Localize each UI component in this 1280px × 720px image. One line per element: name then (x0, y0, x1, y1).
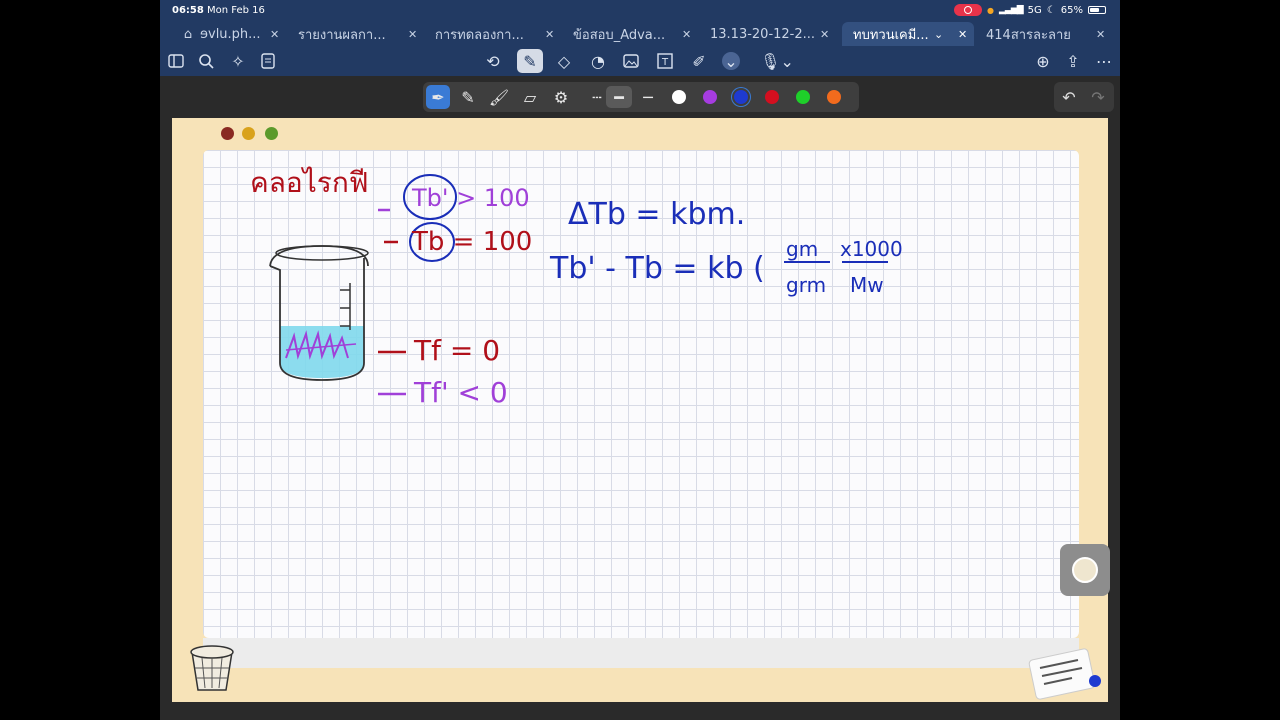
notebook-page[interactable]: คลอไรกฟี Tb' > 100 Tb = 100 Tf = 0 Tf' <… (172, 118, 1108, 702)
tab-7[interactable]: 414สารละลาย ✕ (986, 22, 1110, 46)
battery-icon (1088, 6, 1106, 14)
undo-redo-group: ↶ ↷ (1054, 82, 1114, 112)
tab-2[interactable]: รายงานผลกา... ✕ (298, 22, 422, 46)
shapes-icon[interactable]: ◔ (587, 50, 609, 72)
chevron-down-icon[interactable]: ⌄ (934, 28, 943, 41)
tab-label: ɘvlu.ph... (200, 26, 261, 42)
close-icon[interactable]: ✕ (820, 28, 829, 41)
main-toolbar: ✧ ⟲ ✎ ◇ ◔ T ✐ ⌄ 🎙⌄ ⊕ ⇪ ⋯ (160, 46, 1120, 76)
close-icon[interactable]: ✕ (545, 28, 554, 41)
brush-pen-icon[interactable]: 🖌 (488, 86, 510, 108)
fraction-2-numerator: x1000 (840, 237, 903, 261)
handwriting-layer: คลอไรกฟี Tb' > 100 Tb = 100 Tf = 0 Tf' <… (190, 166, 1101, 700)
note-heading: คลอไรกฟี (250, 166, 369, 199)
note-tf-equal: Tf = 0 (413, 334, 500, 367)
beaker-drawing (269, 245, 369, 381)
tab-label: 414สารละลาย (986, 27, 1071, 43)
pen-tool-icon[interactable]: ✎ (517, 49, 543, 73)
note-tf-less: Tf' < 0 (413, 376, 508, 409)
equation-delta-tb: ΔTb = kbm. (568, 197, 745, 232)
status-bar: 06:58 Mon Feb 16 ● ▂▃▅▇ 5G ☾ 65% (160, 0, 1120, 22)
note-card-icon[interactable] (1028, 648, 1101, 700)
more-tools-chevron-icon[interactable]: ⌄ (722, 52, 740, 71)
undo-icon[interactable]: ↶ (1058, 86, 1080, 108)
tab-4[interactable]: ข้อสอบ_Adva... ✕ (573, 22, 697, 46)
tab-5[interactable]: 13.13-20-12-2... ✕ (710, 22, 834, 46)
note-tb-equal: Tb = 100 (411, 227, 532, 257)
tab-label: ข้อสอบ_Adva... (573, 27, 666, 43)
note-tb-greater: Tb' > 100 (411, 184, 530, 212)
tab-label: ทบทวนเคมี... (853, 27, 929, 43)
equation-tb-difference: Tb' - Tb = kb ( (549, 251, 765, 286)
color-swatch-green[interactable] (796, 90, 810, 104)
ipad-screen: 06:58 Mon Feb 16 ● ▂▃▅▇ 5G ☾ 65% ⌂ ɘvlu.… (160, 0, 1120, 720)
thin-line-icon[interactable]: ─ (637, 86, 659, 108)
text-box-icon[interactable]: T (654, 50, 676, 72)
pen-settings-icon[interactable]: ⚙ (550, 86, 572, 108)
fountain-pen-icon[interactable]: ✒ (426, 85, 450, 109)
image-icon[interactable] (620, 50, 642, 72)
sidebar-icon[interactable] (165, 50, 187, 72)
eraser-icon[interactable]: ◇ (553, 50, 575, 72)
tab-label: รายงานผลกา... (298, 27, 386, 43)
fraction-2-denominator: Mw (850, 273, 884, 297)
redo-icon[interactable]: ↷ (1087, 86, 1109, 108)
tab-label: 13.13-20-12-2... (710, 26, 816, 42)
dashed-line-icon[interactable]: ┄ (586, 86, 608, 108)
close-icon[interactable]: ✕ (958, 28, 967, 41)
screen-record-icon[interactable] (954, 4, 982, 16)
fraction-1-denominator: grm (786, 273, 826, 297)
mic-indicator-icon: ● (987, 5, 994, 15)
tab-label: การทดลองกา... (435, 27, 524, 43)
laser-pointer-icon[interactable]: ✐ (688, 50, 710, 72)
status-date: Mon Feb 16 (207, 5, 265, 16)
color-swatch-blue-selected[interactable] (734, 90, 748, 104)
color-swatch-orange[interactable] (827, 90, 841, 104)
app-header: 06:58 Mon Feb 16 ● ▂▃▅▇ 5G ☾ 65% ⌂ ɘvlu.… (160, 0, 1120, 76)
close-icon[interactable]: ✕ (408, 28, 417, 41)
tab-3[interactable]: การทดลองกา... ✕ (435, 22, 559, 46)
microphone-icon[interactable]: 🎙⌄ (760, 50, 794, 72)
ai-sparkle-icon[interactable]: ✧ (227, 50, 249, 72)
svg-text:T: T (661, 57, 669, 68)
home-icon[interactable]: ⌂ (178, 22, 198, 46)
document-icon[interactable] (257, 50, 279, 72)
trash-icon[interactable] (190, 645, 234, 691)
color-swatch-white[interactable] (672, 90, 686, 104)
tab-bar: ⌂ ɘvlu.ph... ✕ รายงานผลกา... ✕ การทดลองก… (160, 22, 1120, 46)
color-swatch-red[interactable] (765, 90, 779, 104)
moon-icon: ☾ (1046, 4, 1056, 16)
canvas-area: ✒ ✎ 🖌 ▱ ⚙ ┄ ━ ─ ↶ ↷ คลอไรกฟี Tb' > 100 T… (160, 76, 1120, 720)
more-options-icon[interactable]: ⋯ (1093, 50, 1115, 72)
battery-label: 65% (1060, 4, 1083, 16)
assistive-touch-button[interactable] (1060, 544, 1110, 596)
pen-toolbar: ✒ ✎ 🖌 ▱ ⚙ ┄ ━ ─ (423, 82, 859, 112)
close-icon[interactable]: ✕ (1096, 28, 1105, 41)
status-time: 06:58 (172, 5, 204, 16)
network-label: 5G (1027, 4, 1042, 16)
signal-icon: ▂▃▅▇ (998, 5, 1024, 15)
color-swatch-purple[interactable] (703, 90, 717, 104)
close-icon[interactable]: ✕ (682, 28, 691, 41)
search-icon[interactable] (195, 50, 217, 72)
tab-6-active[interactable]: ทบทวนเคมี... ⌄ ✕ (842, 22, 974, 46)
fraction-1-numerator: gm (786, 237, 818, 261)
add-page-icon[interactable]: ⊕ (1032, 50, 1054, 72)
thick-line-icon[interactable]: ━ (606, 86, 632, 108)
highlighter-icon[interactable]: ▱ (519, 86, 541, 108)
ballpoint-pen-icon[interactable]: ✎ (457, 86, 479, 108)
lasso-icon[interactable]: ⟲ (482, 50, 504, 72)
share-icon[interactable]: ⇪ (1062, 50, 1084, 72)
close-icon[interactable]: ✕ (270, 28, 279, 41)
